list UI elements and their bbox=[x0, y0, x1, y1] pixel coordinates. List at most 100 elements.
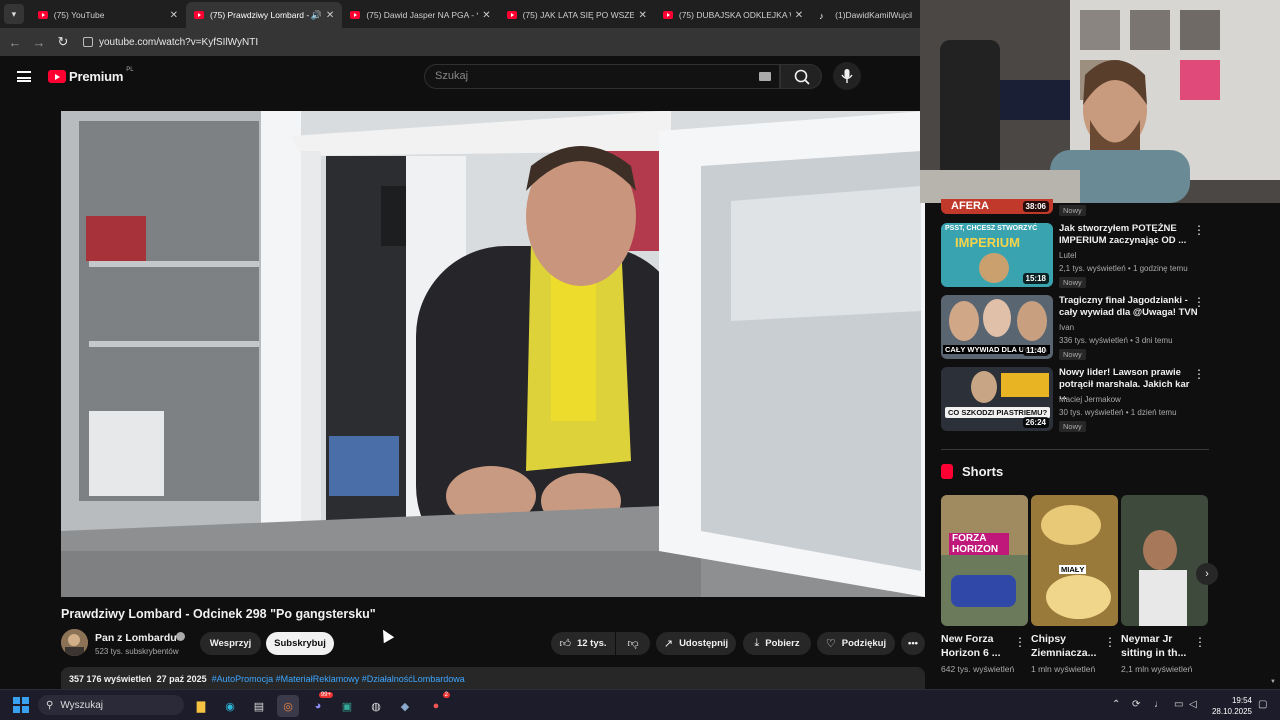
tray-chevron-icon[interactable]: ⌃ bbox=[1112, 699, 1120, 710]
more-vertical-icon[interactable]: ⋮ bbox=[1194, 635, 1206, 649]
channel-name[interactable]: Maciej Jermakow bbox=[1059, 395, 1121, 404]
like-button[interactable]: 👍︎ 12 tys. bbox=[551, 632, 615, 655]
channel-name[interactable]: Lutel bbox=[1059, 251, 1076, 260]
channel-avatar[interactable] bbox=[61, 629, 88, 656]
address-bar: ← → ↻ youtube.com/watch?v=KyfSIlWyNTI bbox=[0, 28, 920, 56]
short-title[interactable]: New Forza Horizon 6 ... bbox=[941, 632, 1013, 660]
tiktok-favicon-icon: ♪ bbox=[819, 11, 824, 21]
file-explorer-icon[interactable]: ▇ bbox=[190, 695, 212, 717]
microphone-icon bbox=[841, 69, 853, 83]
video-thumbnail: AFERA 38:06 bbox=[941, 199, 1053, 214]
app-icon[interactable]: ▣ bbox=[336, 695, 358, 717]
join-button[interactable]: Wesprzyj bbox=[200, 632, 261, 655]
video-title[interactable]: Jak stworzyłem POTĘŻNE IMPERIUM zaczynaj… bbox=[1059, 223, 1199, 247]
taskbar-clock[interactable]: 19:54 28.10.2025 bbox=[1204, 695, 1252, 717]
notification-badge: 99+ bbox=[318, 692, 333, 698]
close-tab-icon[interactable]: ✕ bbox=[482, 10, 490, 21]
shorts-next-button[interactable]: › bbox=[1196, 563, 1218, 585]
more-vertical-icon[interactable]: ⋮ bbox=[1014, 635, 1026, 649]
subscribe-button[interactable]: Subskrybuj bbox=[266, 632, 334, 655]
more-vertical-icon[interactable]: ⋮ bbox=[1104, 635, 1116, 649]
edge-icon[interactable]: ◉ bbox=[219, 695, 241, 717]
taskbar-search[interactable]: ⚲ Wyszukaj bbox=[38, 695, 184, 715]
upload-date: 27 paź 2025 bbox=[156, 674, 207, 684]
more-vertical-icon[interactable]: ⋮ bbox=[1193, 367, 1205, 381]
chrome-icon[interactable]: ◎ bbox=[277, 695, 299, 717]
short-title[interactable]: Chipsy Ziemniacza... bbox=[1031, 632, 1103, 660]
reload-icon[interactable]: ↻ bbox=[51, 34, 75, 50]
menu-icon[interactable] bbox=[17, 71, 31, 82]
back-arrow-icon[interactable]: ← bbox=[3, 35, 27, 50]
recommendation-item[interactable]: CAŁY WYWIAD DLA UWAGA 11:40 Tragiczny fi… bbox=[941, 295, 1211, 360]
video-player[interactable] bbox=[61, 111, 925, 597]
scroll-down-icon[interactable]: ▼ bbox=[1270, 679, 1276, 685]
download-button[interactable]: ⤓ Pobierz bbox=[743, 632, 811, 655]
mouse-cursor-icon bbox=[377, 626, 395, 644]
more-actions-button[interactable]: ••• bbox=[901, 632, 925, 655]
browser-tab[interactable]: (75) YouTube ✕ bbox=[30, 2, 186, 28]
short-title[interactable]: Neymar Jr sitting in th... bbox=[1121, 632, 1193, 660]
more-vertical-icon[interactable]: ⋮ bbox=[1193, 223, 1205, 237]
country-code: PL bbox=[126, 66, 134, 73]
forward-arrow-icon[interactable]: → bbox=[27, 35, 51, 50]
video-title[interactable]: Tragiczny finał Jagodzianki - cały wywia… bbox=[1059, 295, 1199, 319]
close-tab-icon[interactable]: ✕ bbox=[638, 10, 646, 21]
hashtags[interactable]: #AutoPromocja #MateriałReklamowy #Działa… bbox=[212, 674, 465, 684]
youtube-favicon-icon bbox=[506, 11, 517, 19]
site-info-icon[interactable] bbox=[83, 37, 93, 47]
recommendation-item[interactable]: PSST, CHCESZ STWORZYĆ IMPERIUM 15:18 Jak… bbox=[941, 223, 1211, 288]
webcam-overlay bbox=[920, 0, 1280, 203]
short-item[interactable]: FORZA HORIZON New Forza Horizon 6 ... 64… bbox=[941, 495, 1028, 675]
share-button[interactable]: ↗ Udostępnij bbox=[656, 632, 736, 655]
tab-search-button[interactable]: ▾ bbox=[4, 4, 24, 24]
close-tab-icon[interactable]: ✕ bbox=[795, 10, 803, 21]
more-vertical-icon[interactable]: ⋮ bbox=[1193, 295, 1205, 309]
youtube-favicon-icon bbox=[37, 11, 48, 19]
volume-icon[interactable]: ◁ bbox=[1189, 699, 1197, 710]
close-tab-icon[interactable]: ✕ bbox=[170, 10, 178, 21]
browser-tab[interactable]: ♪ (1)DawidKamilWujcikF bbox=[811, 2, 920, 28]
youtube-premium-logo[interactable]: Premium PL bbox=[48, 66, 134, 84]
tab-title: (75) Dawid Jasper NA PGA - *Ł bbox=[366, 10, 479, 20]
short-views: 642 tys. wyświetleń bbox=[941, 664, 1015, 674]
network-icon[interactable]: ▭ bbox=[1174, 699, 1183, 710]
browser-tab[interactable]: (75) JAK LATA SIĘ PO WSZECHŚ✕ bbox=[499, 2, 655, 28]
close-tab-icon[interactable]: ✕ bbox=[326, 10, 334, 21]
video-thumbnail: CAŁY WYWIAD DLA UWAGA 11:40 bbox=[941, 295, 1053, 359]
url-text: youtube.com/watch?v=KyfSIlWyNTI bbox=[99, 36, 259, 48]
recommendation-item[interactable]: CO SZKODZI PIASTRIEMU? 26:24 Nowy lider!… bbox=[941, 367, 1211, 432]
dislike-button[interactable]: 👎︎ bbox=[616, 632, 650, 655]
channel-name[interactable]: Pan z Lombardu bbox=[95, 632, 177, 644]
short-item[interactable]: Neymar Jr sitting in th... 2,1 mln wyświ… bbox=[1121, 495, 1208, 675]
speaker-icon[interactable]: 🔊 bbox=[311, 10, 322, 21]
discord-icon[interactable]: ◕ 99+ bbox=[307, 692, 333, 717]
obs-icon[interactable]: ◍ bbox=[365, 695, 387, 717]
windows-start-icon[interactable] bbox=[13, 697, 29, 713]
steam-icon[interactable]: ◆ bbox=[394, 695, 416, 717]
thanks-button[interactable]: ♡ Podziękuj bbox=[817, 632, 895, 655]
browser-tab[interactable]: (75) DUBAJSKA ODKLEJKA WE ✕ bbox=[655, 2, 811, 28]
store-icon[interactable]: ▤ bbox=[248, 695, 270, 717]
app-icon[interactable]: ● 2 bbox=[425, 692, 450, 717]
channel-name[interactable]: Ivan bbox=[1059, 323, 1074, 332]
microphone-icon[interactable]: ♩ bbox=[1154, 699, 1164, 710]
video-meta: 2,1 tys. wyświetleń • 1 godzinę temu bbox=[1059, 264, 1188, 273]
thumbs-up-icon: 👍︎ bbox=[559, 638, 571, 650]
keyboard-icon[interactable] bbox=[759, 72, 771, 81]
voice-search-button[interactable] bbox=[833, 62, 861, 90]
notifications-icon[interactable]: ▢ bbox=[1258, 699, 1267, 710]
url-field[interactable]: youtube.com/watch?v=KyfSIlWyNTI bbox=[83, 37, 258, 48]
tab-title: (75) DUBAJSKA ODKLEJKA WE bbox=[678, 10, 791, 20]
sync-icon[interactable]: ⟳ bbox=[1132, 699, 1140, 710]
browser-tab-active[interactable]: (75) Prawdziwy Lombard - O 🔊 ✕ bbox=[186, 2, 343, 28]
description-box[interactable]: 357 176 wyświetleń 27 paź 2025 #AutoProm… bbox=[61, 667, 925, 689]
thanks-label: Podziękuj bbox=[841, 638, 887, 649]
subscribe-label: Subskrybuj bbox=[274, 638, 326, 649]
recommendation-item[interactable]: AFERA 38:06 Nowy bbox=[941, 199, 1211, 219]
search-input[interactable]: Szukaj bbox=[424, 64, 780, 89]
youtube-favicon-icon bbox=[194, 11, 205, 19]
short-item[interactable]: MIAŁY Chipsy Ziemniacza... 1 mln wyświet… bbox=[1031, 495, 1118, 675]
youtube-favicon-icon bbox=[662, 11, 673, 19]
browser-tab[interactable]: (75) Dawid Jasper NA PGA - *Ł ✕ bbox=[342, 2, 498, 28]
search-button[interactable] bbox=[780, 64, 822, 89]
